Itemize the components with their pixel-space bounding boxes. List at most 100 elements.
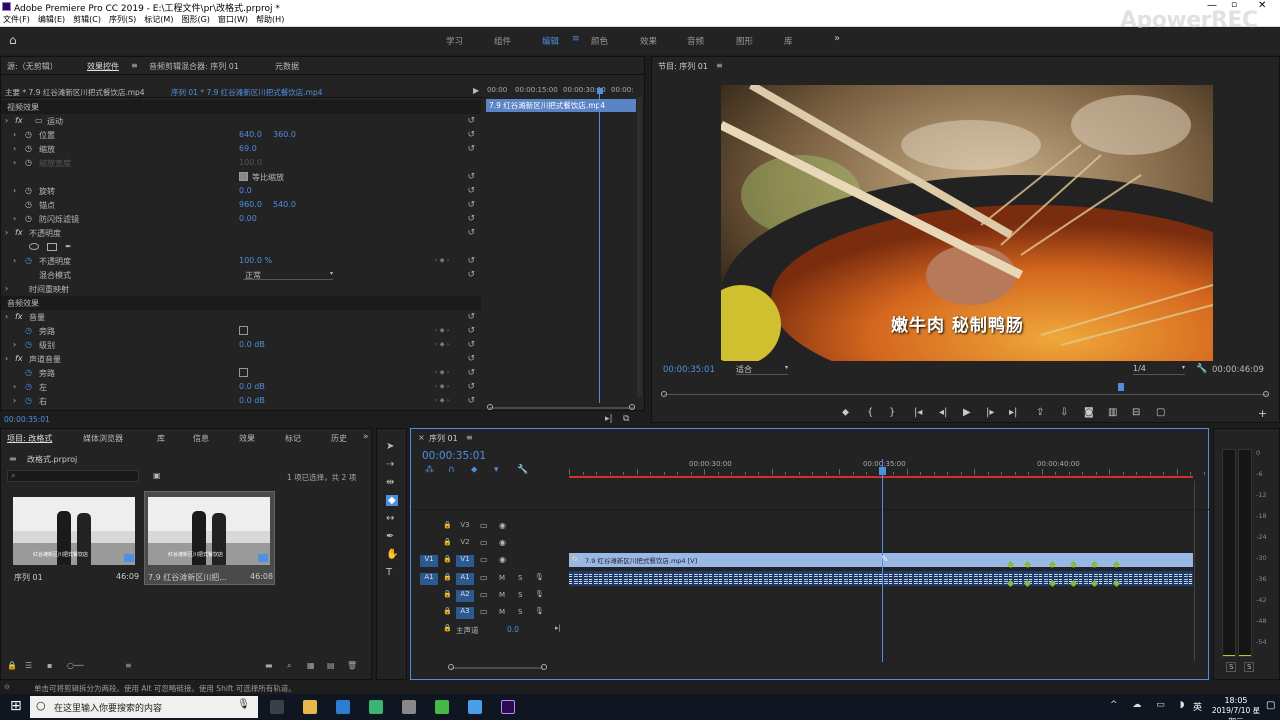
lock-icon[interactable]: 🔒	[443, 573, 452, 581]
effect-value[interactable]: 0.0 dB	[239, 382, 265, 391]
lock-icon[interactable]: 🔒	[7, 661, 17, 670]
pen-tool-icon[interactable]: ✒	[386, 531, 394, 542]
effect-row[interactable]: › ◷ 缩放 69.0 ↺	[1, 142, 481, 156]
reset-icon[interactable]: ↺	[467, 396, 475, 406]
tray-icons[interactable]: ^ ☁ ▭ ◗	[1110, 700, 1190, 710]
filter-icon[interactable]: ⧉	[623, 414, 629, 424]
effect-row[interactable]: ◷ 锚点 960.0 540.0 ↺	[1, 198, 481, 212]
stopwatch-icon[interactable]: ◷	[25, 130, 32, 139]
track-header[interactable]: V1 🔒 V1 ▭ ◉	[411, 553, 569, 569]
timeline-zoom-right[interactable]	[541, 664, 547, 670]
project-search-input[interactable]: ⌕	[7, 470, 139, 482]
menu-item[interactable]: 剪辑(C)	[73, 14, 101, 25]
menu-item[interactable]: 文件(F)	[3, 14, 30, 25]
sync-lock-icon[interactable]: ▭	[480, 521, 488, 530]
effect-value[interactable]: 540.0	[273, 200, 296, 209]
audio-effects-header[interactable]: 音频效果	[1, 296, 481, 310]
compare-icon[interactable]: ▥	[1108, 407, 1117, 418]
keyframe-nav-icon[interactable]: ‹ ◆ ›	[435, 326, 449, 334]
effect-value[interactable]: 69.0	[239, 144, 257, 153]
effect-row[interactable]: › ◷ 缩放宽度 100.0	[1, 156, 481, 170]
home-icon[interactable]: ⌂	[9, 33, 17, 47]
stopwatch-icon[interactable]: ◷	[25, 214, 32, 223]
more-tabs-icon[interactable]: »	[363, 432, 369, 442]
program-scrubber[interactable]	[664, 394, 1268, 395]
reset-icon[interactable]: ↺	[467, 116, 475, 126]
effect-row[interactable]: › ◷ 防闪烁滤镜 0.00 ↺	[1, 212, 481, 226]
go-to-in-icon[interactable]: |◂	[914, 407, 922, 418]
track-header[interactable]: 🔒 A2 ▭ M S 🎙	[411, 588, 569, 604]
premiere-icon[interactable]	[501, 700, 515, 714]
stopwatch-icon[interactable]: ◷	[25, 186, 32, 195]
lock-icon[interactable]: 🔒	[443, 590, 452, 598]
stopwatch-icon[interactable]: ◷	[25, 326, 32, 335]
trash-icon[interactable]: 🗑	[347, 661, 357, 670]
windows-start-icon[interactable]: ⊞	[10, 698, 22, 714]
reset-icon[interactable]: ↺	[467, 312, 475, 322]
app-bird-icon[interactable]	[468, 700, 482, 714]
find-icon[interactable]: ⌕	[287, 661, 291, 671]
source-panel-tab[interactable]: 音频剪辑混合器: 序列 01	[149, 61, 239, 72]
effect-value[interactable]: 0.0 dB	[239, 340, 265, 349]
sync-lock-icon[interactable]: ▭	[480, 590, 488, 599]
workspace-tab[interactable]: 学习	[446, 35, 463, 47]
stopwatch-icon[interactable]: ◷	[25, 158, 32, 167]
marker-icon[interactable]: ⬥	[842, 407, 849, 418]
menu-item[interactable]: 图形(G)	[181, 14, 209, 25]
out-point-icon[interactable]: }	[889, 407, 895, 418]
effect-value[interactable]: 0.0 dB	[239, 396, 265, 405]
effect-value[interactable]: 100.0	[239, 158, 262, 167]
step-forward-icon[interactable]: |▸	[986, 407, 994, 418]
chevron-right-icon[interactable]: ›	[5, 284, 8, 293]
wrench-icon[interactable]: 🔧	[1196, 364, 1207, 374]
extract-icon[interactable]: ⇩	[1060, 407, 1068, 418]
solo-button[interactable]: S	[518, 608, 522, 616]
project-panel-tab[interactable]: 信息	[193, 433, 209, 444]
track-header[interactable]: 🔒 V2 ▭ ◉	[411, 536, 569, 552]
effect-value[interactable]: 960.0	[239, 200, 262, 209]
track-header[interactable]: 🔒 V3 ▭ ◉	[411, 519, 569, 535]
keyframe-nav-icon[interactable]: ‹ ◆ ›	[435, 256, 449, 264]
rectangle-mask-icon[interactable]	[47, 243, 57, 251]
app-green-icon[interactable]	[369, 700, 383, 714]
solo-button[interactable]: S	[518, 574, 522, 582]
step-back-icon[interactable]: ◂|	[939, 407, 947, 418]
source-panel-tab[interactable]: 效果控件	[87, 61, 119, 72]
reset-icon[interactable]: ↺	[467, 200, 475, 210]
taskbar-search-input[interactable]: ○ 在这里输入你要搜索的内容 🎙	[30, 696, 258, 718]
clip-thumbnail[interactable]: 红谷滩新区川把式餐饮店	[148, 497, 270, 565]
mini-zoom-bar[interactable]	[489, 407, 635, 409]
lock-icon[interactable]: 🔒	[443, 538, 452, 546]
effect-value[interactable]: 640.0	[239, 130, 262, 139]
export-frame-icon[interactable]: ▸|	[605, 414, 613, 424]
workspace-tab[interactable]: 效果	[640, 35, 657, 47]
close-button[interactable]: ✕	[1258, 0, 1266, 11]
eye-icon[interactable]: ◉	[499, 555, 506, 564]
stopwatch-icon[interactable]: ◷	[25, 340, 32, 349]
stopwatch-icon[interactable]: ◷	[25, 256, 32, 265]
zoom-handle-right[interactable]	[629, 404, 635, 410]
project-panel-tab[interactable]: 效果	[239, 433, 255, 444]
effect-row[interactable]: ◷ 旁路 ‹ ◆ › ↺	[1, 324, 481, 338]
lift-icon[interactable]: ⇪	[1036, 407, 1044, 418]
keyframe-nav-icon[interactable]: ‹ ◆ ›	[435, 396, 449, 404]
play-icon[interactable]: ▶	[963, 407, 971, 418]
file-explorer-icon[interactable]	[303, 700, 317, 714]
vr-icon[interactable]: ▢	[1156, 407, 1165, 418]
tab-menu-icon[interactable]: ≡	[131, 61, 138, 70]
fit-dropdown[interactable]: 适合 ▾	[736, 364, 788, 375]
export-frame-icon[interactable]: ◙	[1084, 407, 1094, 418]
quality-dropdown[interactable]: 1/4 ▾	[1133, 364, 1185, 375]
chevron-right-icon[interactable]: ›	[5, 116, 8, 125]
notification-icon[interactable]: ▢	[1266, 700, 1275, 711]
reset-icon[interactable]: ↺	[467, 270, 475, 280]
solo-right-button[interactable]: S	[1244, 662, 1255, 672]
source-patch[interactable]: V1	[420, 555, 438, 567]
chevron-right-icon[interactable]: ›	[13, 158, 16, 167]
pen-mask-icon[interactable]: ✒	[65, 242, 72, 251]
new-folder-icon[interactable]: ▤	[327, 661, 335, 670]
solo-left-button[interactable]: S	[1226, 662, 1237, 672]
workspace-tab[interactable]: 编辑	[542, 35, 559, 47]
add-button-icon[interactable]: +	[1258, 407, 1267, 420]
scrubber-end-handle[interactable]	[1263, 391, 1269, 397]
